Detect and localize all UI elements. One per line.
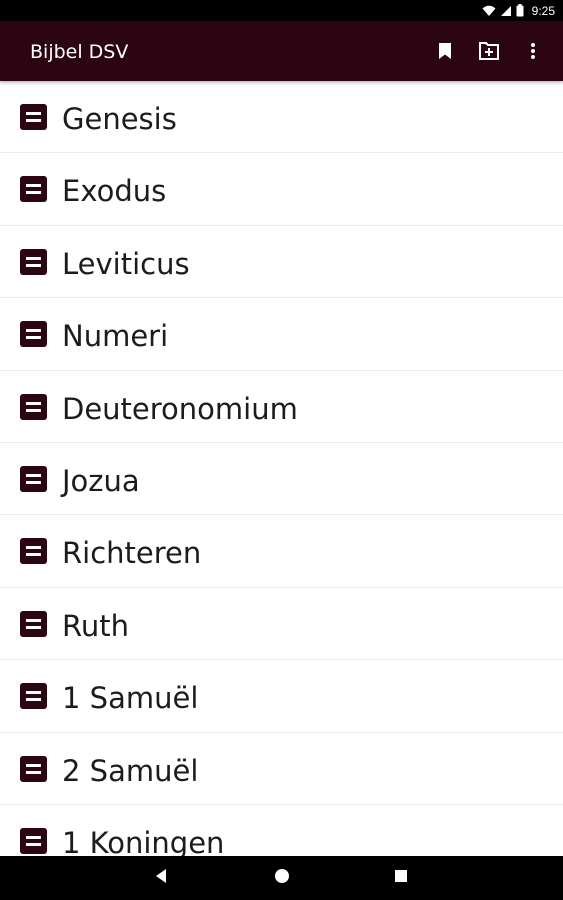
app-actions bbox=[413, 39, 545, 63]
book-list-icon bbox=[20, 176, 47, 203]
book-list-icon bbox=[20, 683, 47, 710]
book-label: Exodus bbox=[62, 174, 167, 209]
book-list-icon bbox=[20, 248, 47, 275]
app-title: Bijbel DSV bbox=[30, 41, 129, 63]
more-options-button[interactable] bbox=[521, 39, 545, 63]
battery-icon bbox=[516, 4, 524, 17]
bookmark-button[interactable] bbox=[433, 39, 457, 63]
book-label: 1 Samuël bbox=[62, 681, 199, 716]
book-list-icon bbox=[20, 827, 47, 854]
back-button[interactable] bbox=[150, 867, 172, 889]
book-list-icon bbox=[20, 104, 47, 130]
book-list-icon bbox=[20, 610, 47, 637]
book-list-icon bbox=[20, 465, 47, 492]
add-document-button[interactable] bbox=[477, 39, 501, 63]
book-list-icon bbox=[20, 538, 47, 565]
book-list-item[interactable]: Jozua bbox=[0, 443, 563, 516]
book-label: Genesis bbox=[62, 102, 177, 136]
book-list-item[interactable]: Numeri bbox=[0, 298, 563, 371]
back-icon bbox=[154, 868, 168, 889]
book-list[interactable]: Genesis Exodus Leviticus Numeri Deuteronomiu… bbox=[0, 81, 563, 856]
book-list-icon bbox=[20, 393, 47, 420]
book-list-item[interactable]: 2 Samuël bbox=[0, 733, 563, 805]
book-label: 1 Koningen bbox=[62, 825, 225, 856]
status-time: 9:25 bbox=[531, 3, 555, 18]
book-list-icon bbox=[20, 321, 47, 348]
add-document-icon bbox=[478, 42, 500, 60]
book-label: Richteren bbox=[62, 536, 202, 571]
book-label: Numeri bbox=[62, 319, 169, 354]
status-icons: 9:25 bbox=[482, 4, 555, 18]
book-list-item[interactable]: Leviticus bbox=[0, 226, 563, 299]
book-label: 2 Samuël bbox=[62, 753, 199, 788]
book-label: Jozua bbox=[62, 463, 140, 498]
book-list-item[interactable]: Exodus bbox=[0, 153, 563, 226]
book-list-item[interactable]: Richteren bbox=[0, 515, 563, 588]
status-bar: 9:25 bbox=[0, 0, 563, 21]
recents-button[interactable] bbox=[390, 867, 412, 889]
book-list-item[interactable]: Ruth bbox=[0, 588, 563, 661]
signal-icon bbox=[500, 5, 512, 17]
book-list-item[interactable]: 1 Samuël bbox=[0, 660, 563, 733]
app-bar: Bijbel DSV bbox=[0, 21, 563, 81]
bookmark-icon bbox=[438, 42, 452, 60]
book-label: Deuteronomium bbox=[62, 391, 298, 426]
book-label: Ruth bbox=[62, 608, 129, 643]
home-icon bbox=[274, 868, 290, 889]
book-list-item[interactable]: Deuteronomium bbox=[0, 371, 563, 443]
book-label: Leviticus bbox=[62, 246, 190, 281]
home-button[interactable] bbox=[271, 867, 293, 889]
book-list-item[interactable]: Genesis bbox=[0, 81, 563, 154]
recents-icon bbox=[394, 869, 408, 888]
navigation-bar bbox=[0, 856, 563, 900]
wifi-icon bbox=[482, 5, 496, 17]
book-list-icon bbox=[20, 755, 47, 782]
book-list-item[interactable]: 1 Koningen bbox=[0, 805, 563, 856]
more-vert-icon bbox=[531, 43, 535, 59]
